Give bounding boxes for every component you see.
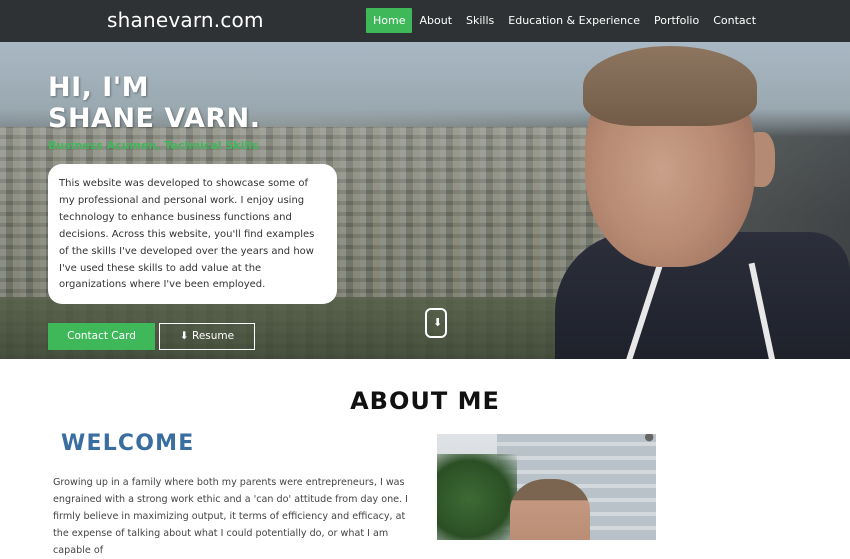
resume-button[interactable]: ⬇ Resume xyxy=(159,323,255,350)
about-text: Growing up in a family where both my par… xyxy=(53,477,408,556)
hero-subtitle: Business Acumen, Technical Skills xyxy=(48,139,259,152)
scroll-down-icon: ⬇ xyxy=(433,316,443,329)
welcome-heading: WELCOME xyxy=(61,431,195,456)
resume-button-label: Resume xyxy=(192,330,235,342)
about-photo: ● xyxy=(437,434,656,540)
download-icon: ⬇ xyxy=(179,330,189,342)
intro-text: This website was developed to showcase s… xyxy=(59,178,315,291)
close-icon[interactable]: ● xyxy=(644,434,654,443)
hero-title: HI, I'M SHANE VARN. xyxy=(48,72,260,134)
about-heading: ABOUT ME xyxy=(350,387,500,415)
hero-section: HI, I'M SHANE VARN. Business Acumen, Tec… xyxy=(0,42,850,359)
nav-item-about[interactable]: About xyxy=(412,8,459,33)
site-brand[interactable]: shanevarn.com xyxy=(107,8,264,32)
nav-item-home[interactable]: Home xyxy=(366,8,413,33)
hero-portrait xyxy=(555,42,850,359)
hero-title-line2: SHANE VARN. xyxy=(48,103,261,134)
navbar: shanevarn.com Home About Skills Educatio… xyxy=(0,0,850,42)
nav-item-skills[interactable]: Skills xyxy=(459,8,501,33)
nav-menu: Home About Skills Education & Experience… xyxy=(366,8,763,33)
hero-title-line1: HI, I'M xyxy=(48,72,149,103)
intro-card: This website was developed to showcase s… xyxy=(48,164,337,304)
photo-tree xyxy=(437,454,517,540)
contact-card-button[interactable]: Contact Card xyxy=(48,323,155,350)
photo-person xyxy=(510,479,590,540)
scroll-down-button[interactable]: ⬇ xyxy=(425,308,447,338)
portrait-hair xyxy=(583,46,757,126)
nav-item-portfolio[interactable]: Portfolio xyxy=(647,8,706,33)
nav-item-contact[interactable]: Contact xyxy=(706,8,763,33)
nav-item-education-experience[interactable]: Education & Experience xyxy=(501,8,647,33)
